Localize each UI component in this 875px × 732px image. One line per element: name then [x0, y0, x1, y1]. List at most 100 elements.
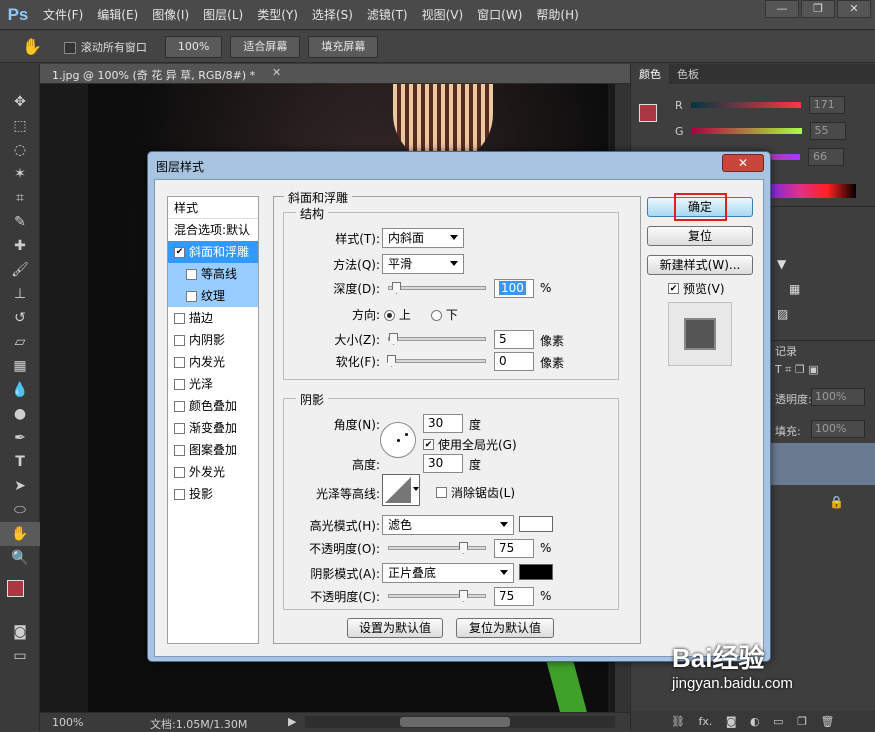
- shadow-opacity-input[interactable]: 75: [494, 587, 534, 606]
- checkbox-empty-icon[interactable]: [174, 444, 185, 456]
- filter-icons[interactable]: T ⌗ ❐ ▣: [775, 363, 819, 377]
- new-layer-icon[interactable]: ❐: [797, 715, 807, 728]
- checkbox-empty-icon[interactable]: [186, 268, 197, 280]
- style-item[interactable]: 内阴影: [168, 329, 258, 351]
- mask-icon[interactable]: ◙: [726, 715, 737, 728]
- bevel-style-dropdown[interactable]: 内斜面: [382, 228, 464, 248]
- angle-dial[interactable]: [380, 422, 416, 458]
- tab-color[interactable]: 颜色: [631, 64, 669, 84]
- eyedropper-tool-icon[interactable]: ✎: [0, 210, 40, 234]
- new-style-button[interactable]: 新建样式(W)...: [647, 255, 753, 275]
- tab-swatches[interactable]: 色板: [669, 64, 707, 84]
- soften-slider-thumb[interactable]: [387, 355, 396, 367]
- style-item[interactable]: 投影: [168, 483, 258, 505]
- style-item[interactable]: ✔ 斜面和浮雕: [168, 241, 258, 263]
- crop-tool-icon[interactable]: ⌗: [0, 186, 40, 210]
- marquee-tool-icon[interactable]: ⬚: [0, 114, 40, 138]
- history-brush-tool-icon[interactable]: ↺: [0, 306, 40, 330]
- color-panel-foreground-swatch[interactable]: [639, 104, 657, 122]
- menu-item[interactable]: 视图(V): [415, 6, 471, 23]
- depth-slider-thumb[interactable]: [392, 282, 401, 294]
- highlight-opacity-input[interactable]: 75: [494, 539, 534, 558]
- levels-icon[interactable]: ▼: [777, 257, 786, 271]
- gradient-map-icon[interactable]: ▨: [777, 307, 788, 321]
- fill-input[interactable]: 100%: [811, 420, 865, 438]
- highlight-opacity-thumb[interactable]: [459, 542, 468, 554]
- gloss-contour-picker[interactable]: [382, 474, 420, 506]
- scroll-all-checkbox[interactable]: 滚动所有窗口: [63, 39, 147, 55]
- restore-icon[interactable]: ❐: [801, 0, 835, 18]
- document-tab[interactable]: 1.jpg @ 100% (奇 花 异 草, RGB/8#) * ✕: [40, 64, 630, 84]
- checkbox-icon[interactable]: [63, 41, 76, 54]
- red-slider[interactable]: [690, 102, 801, 108]
- soften-slider[interactable]: [387, 355, 486, 367]
- adjustment-layer-icon[interactable]: ◐: [750, 715, 760, 728]
- shadow-opacity-slider[interactable]: [388, 590, 486, 602]
- menu-item[interactable]: 图层(L): [196, 6, 250, 23]
- checkbox-empty-icon[interactable]: [174, 312, 185, 324]
- blend-options-item[interactable]: 混合选项:默认: [168, 219, 258, 241]
- size-slider[interactable]: [388, 333, 486, 345]
- shadow-mode-dropdown[interactable]: 正片叠底: [382, 563, 514, 583]
- size-input[interactable]: 5: [494, 330, 534, 349]
- shape-tool-icon[interactable]: ⬭: [0, 498, 40, 522]
- highlight-opacity-slider[interactable]: [388, 542, 486, 554]
- fit-screen-button[interactable]: 适合屏幕: [230, 35, 301, 58]
- style-item[interactable]: 颜色叠加: [168, 395, 258, 417]
- close-window-icon[interactable]: ✕: [837, 0, 871, 18]
- style-item[interactable]: 纹理: [168, 285, 258, 307]
- close-tab-icon[interactable]: ✕: [272, 66, 281, 79]
- gradient-tool-icon[interactable]: ▦: [0, 354, 40, 378]
- hand-tool-icon[interactable]: ✋: [0, 522, 40, 546]
- horizontal-scrollbar[interactable]: [305, 716, 615, 728]
- checkbox-empty-icon[interactable]: [174, 488, 185, 500]
- style-item[interactable]: 内发光: [168, 351, 258, 373]
- screen-mode-icon[interactable]: ▭: [0, 644, 40, 668]
- link-layers-icon[interactable]: ⛓: [671, 715, 685, 728]
- angle-input[interactable]: 30: [423, 414, 463, 433]
- fx-icon[interactable]: fx.: [698, 715, 712, 728]
- checkbox-checked-icon[interactable]: ✔: [174, 246, 185, 258]
- technique-dropdown[interactable]: 平滑: [382, 254, 464, 274]
- green-value[interactable]: 55: [809, 122, 846, 140]
- checkbox-empty-icon[interactable]: [174, 378, 185, 390]
- hand-tool-icon[interactable]: ✋: [22, 37, 42, 56]
- horizontal-scroll-thumb[interactable]: [400, 717, 510, 727]
- menu-item[interactable]: 选择(S): [305, 6, 360, 23]
- move-tool-icon[interactable]: ✥: [0, 90, 40, 114]
- history-tab[interactable]: 记录: [775, 343, 797, 359]
- magic-wand-tool-icon[interactable]: ✶: [0, 162, 40, 186]
- zoom-tool-icon[interactable]: 🔍: [0, 546, 40, 570]
- menu-item[interactable]: 窗口(W): [470, 6, 529, 23]
- highlight-mode-dropdown[interactable]: 滤色: [382, 515, 514, 535]
- reset-button[interactable]: 复位: [647, 226, 753, 246]
- blur-tool-icon[interactable]: 💧: [0, 378, 40, 402]
- depth-input[interactable]: 100: [494, 279, 534, 298]
- brush-tool-icon[interactable]: 🖌: [0, 258, 40, 282]
- lasso-tool-icon[interactable]: ◌: [0, 138, 40, 162]
- antialias-checkbox[interactable]: 消除锯齿(L): [436, 484, 515, 501]
- type-tool-icon[interactable]: T: [0, 450, 40, 474]
- checkbox-empty-icon[interactable]: [174, 356, 185, 368]
- clone-stamp-tool-icon[interactable]: ⊥: [0, 282, 40, 306]
- menu-item[interactable]: 帮助(H): [529, 6, 585, 23]
- fill-screen-button[interactable]: 填充屏幕: [308, 35, 379, 58]
- style-item[interactable]: 光泽: [168, 373, 258, 395]
- style-item[interactable]: 图案叠加: [168, 439, 258, 461]
- quick-mask-icon[interactable]: ◙: [0, 620, 40, 644]
- menu-item[interactable]: 类型(Y): [250, 6, 305, 23]
- eraser-tool-icon[interactable]: ▱: [0, 330, 40, 354]
- size-slider-thumb[interactable]: [389, 333, 398, 345]
- checkbox-empty-icon[interactable]: [174, 400, 185, 412]
- set-default-button[interactable]: 设置为默认值: [347, 618, 443, 638]
- checkbox-empty-icon[interactable]: [174, 466, 185, 478]
- minimize-icon[interactable]: —: [765, 0, 799, 18]
- zoom-100-button[interactable]: 100%: [164, 35, 223, 58]
- zoom-readout[interactable]: 100%: [52, 716, 83, 729]
- pen-tool-icon[interactable]: ✒: [0, 426, 40, 450]
- highlight-color-swatch[interactable]: [519, 516, 553, 532]
- global-light-checkbox[interactable]: ✔ 使用全局光(G): [423, 436, 517, 453]
- depth-slider[interactable]: [388, 282, 486, 294]
- grid-icon[interactable]: ▦: [789, 282, 800, 296]
- menu-item[interactable]: 滤镜(T): [360, 6, 415, 23]
